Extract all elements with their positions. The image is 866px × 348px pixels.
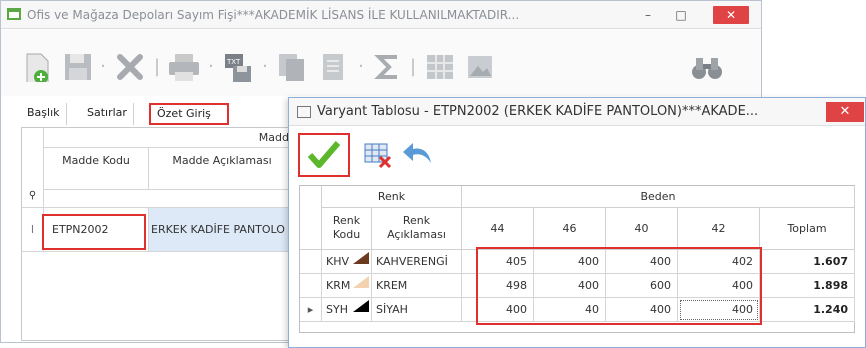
app-icon bbox=[7, 8, 21, 20]
separator: | bbox=[153, 56, 161, 77]
column-header-size[interactable]: 46 bbox=[534, 208, 606, 250]
column-header-renk-aciklamasi[interactable]: Renk Açıklaması bbox=[372, 208, 462, 250]
row-indicator bbox=[300, 274, 322, 298]
document-icon[interactable] bbox=[319, 52, 349, 82]
cell-toplam: 1.240 bbox=[760, 298, 855, 322]
filter-row[interactable] bbox=[44, 190, 296, 208]
group-header-beden: Beden bbox=[462, 186, 855, 208]
new-document-icon[interactable] bbox=[23, 52, 53, 82]
close-button[interactable]: ✕ bbox=[713, 6, 749, 24]
cell-quantity-focused[interactable]: 400 bbox=[678, 298, 760, 322]
export-txt-icon[interactable]: TXT bbox=[223, 52, 253, 82]
renk-kodu-text: SYH bbox=[326, 303, 348, 316]
cell-madde-kodu[interactable]: ETPN2002 bbox=[44, 208, 149, 252]
dialog-titlebar: Varyant Tablosu - ETPN2002 (ERKEK KADİFE… bbox=[289, 98, 865, 126]
cell-toplam: 1.898 bbox=[760, 274, 855, 298]
dialog-title: Varyant Tablosu - ETPN2002 (ERKEK KADİFE… bbox=[317, 104, 759, 119]
copy-icon[interactable] bbox=[277, 52, 307, 82]
cell-quantity[interactable]: 600 bbox=[606, 274, 678, 298]
column-header-toplam[interactable]: Toplam bbox=[760, 208, 855, 250]
variant-grid: Renk Beden Renk Kodu Renk Açıklaması 44 … bbox=[299, 185, 855, 333]
separator: | bbox=[409, 56, 417, 77]
cell-quantity[interactable]: 405 bbox=[462, 250, 534, 274]
main-titlebar: Ofis ve Mağaza Depoları Sayım Fişi***AKA… bbox=[1, 1, 761, 29]
table-icon bbox=[297, 106, 311, 118]
column-header-madde-kodu[interactable]: Madde Kodu bbox=[44, 148, 149, 190]
column-header-size[interactable]: 40 bbox=[606, 208, 678, 250]
cell-renk-aciklamasi[interactable]: KAHVERENGİ bbox=[372, 250, 462, 274]
color-swatch-icon bbox=[353, 252, 369, 264]
svg-text:TXT: TXT bbox=[226, 58, 241, 66]
cell-madde-aciklamasi[interactable]: ERKEK KADİFE PANTOLO bbox=[149, 208, 296, 252]
undo-icon[interactable] bbox=[401, 139, 435, 167]
cell-quantity[interactable]: 400 bbox=[534, 250, 606, 274]
cell-toplam: 1.607 bbox=[760, 250, 855, 274]
row-indicator bbox=[300, 250, 322, 274]
cell-quantity[interactable]: 498 bbox=[462, 274, 534, 298]
cell-quantity[interactable]: 402 bbox=[678, 250, 760, 274]
cell-renk-kodu[interactable]: SYH bbox=[322, 298, 372, 322]
cell-quantity[interactable]: 40 bbox=[534, 298, 606, 322]
cell-quantity[interactable]: 400 bbox=[462, 298, 534, 322]
tab-baslik[interactable]: Başlık bbox=[21, 103, 67, 125]
color-swatch-icon bbox=[353, 300, 369, 312]
renk-kodu-text: KRM bbox=[326, 279, 351, 292]
sum-icon[interactable] bbox=[373, 52, 403, 82]
group-header-renk: Renk bbox=[322, 186, 462, 208]
renk-kodu-text: KHV bbox=[326, 255, 350, 268]
tab-satirlar[interactable]: Satırlar bbox=[81, 103, 134, 125]
grid-icon[interactable] bbox=[425, 52, 455, 82]
print-icon[interactable] bbox=[167, 52, 201, 82]
image-icon[interactable] bbox=[465, 52, 495, 82]
column-header-size[interactable]: 42 bbox=[678, 208, 760, 250]
dialog-toolbar bbox=[289, 131, 865, 181]
confirm-highlight bbox=[298, 133, 350, 177]
cell-renk-kodu[interactable]: KRM bbox=[322, 274, 372, 298]
filter-icon[interactable]: ⚲ bbox=[22, 190, 44, 208]
dropdown-arrow-icon[interactable]: · bbox=[355, 52, 367, 82]
maximize-button[interactable]: □ bbox=[671, 6, 691, 24]
cell-renk-aciklamasi[interactable]: SİYAH bbox=[372, 298, 462, 322]
save-icon[interactable] bbox=[63, 52, 93, 82]
group-header: Madd bbox=[44, 128, 296, 148]
variant-table-dialog: Varyant Tablosu - ETPN2002 (ERKEK KADİFE… bbox=[288, 97, 866, 348]
color-swatch-icon bbox=[353, 276, 369, 288]
dialog-close-button[interactable]: ✕ bbox=[826, 102, 864, 122]
row-indicator-column bbox=[300, 186, 322, 250]
column-header-madde-aciklamasi[interactable]: Madde Açıklaması bbox=[149, 148, 296, 190]
cell-renk-aciklamasi[interactable]: KREM bbox=[372, 274, 462, 298]
tab-ozet-giris[interactable]: Özet Giriş bbox=[149, 103, 229, 125]
row-indicator: I bbox=[22, 208, 44, 252]
cell-renk-kodu[interactable]: KHV bbox=[322, 250, 372, 274]
cell-quantity[interactable]: 400 bbox=[606, 298, 678, 322]
column-header-renk-kodu[interactable]: Renk Kodu bbox=[322, 208, 372, 250]
dropdown-arrow-icon[interactable]: · bbox=[259, 52, 271, 82]
row-indicator: ▸ bbox=[300, 298, 322, 322]
dropdown-arrow-icon[interactable]: · bbox=[205, 52, 217, 82]
cell-quantity[interactable]: 400 bbox=[606, 250, 678, 274]
main-toolbar: · | · TXT · · | bbox=[1, 30, 761, 96]
window-title: Ofis ve Mağaza Depoları Sayım Fişi***AKA… bbox=[27, 8, 520, 22]
delete-icon[interactable] bbox=[115, 52, 145, 82]
cell-quantity[interactable]: 400 bbox=[678, 274, 760, 298]
column-header-size[interactable]: 44 bbox=[462, 208, 534, 250]
clear-table-icon[interactable] bbox=[363, 141, 393, 169]
cell-quantity[interactable]: 400 bbox=[534, 274, 606, 298]
items-grid: Madd Madde Kodu Madde Açıklaması ⚲ I ETP… bbox=[21, 127, 296, 341]
minimize-button[interactable]: – bbox=[638, 6, 658, 24]
binoculars-icon[interactable] bbox=[690, 52, 724, 82]
dropdown-arrow-icon[interactable]: · bbox=[97, 52, 109, 82]
